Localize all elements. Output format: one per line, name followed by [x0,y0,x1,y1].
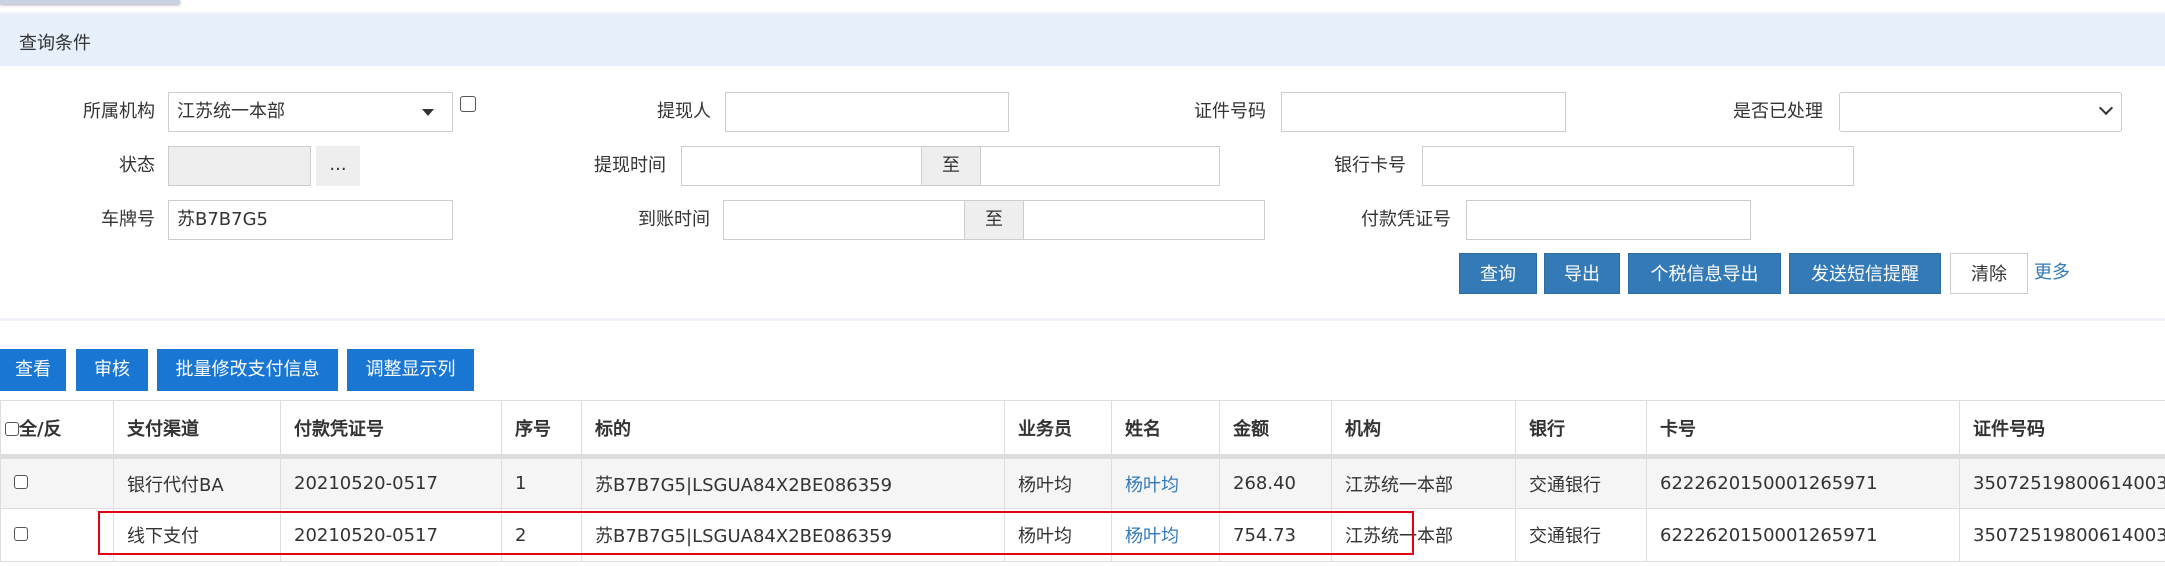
id-label: 证件号码 [1194,101,1266,122]
row-checkbox[interactable] [14,475,28,489]
withdraw-time-label: 提现时间 [594,155,666,176]
withdraw-time-to: 至 [921,146,981,186]
cell-bank: 交通银行 [1515,456,1647,509]
more-link[interactable]: 更多 [2034,258,2070,284]
header-name[interactable]: 姓名 [1111,400,1220,459]
withdraw-time-start[interactable] [681,146,922,186]
cell-salesman: 杨叶均 [1004,456,1112,509]
audit-button[interactable]: 审核 [76,349,148,391]
cell-channel: 银行代付BA [113,456,281,509]
header-voucher[interactable]: 付款凭证号 [280,400,502,459]
cell-seq: 1 [501,456,582,509]
org-include-checkbox[interactable] [460,96,476,112]
arrival-time-start[interactable] [723,200,965,240]
cell-name-link[interactable]: 杨叶均 [1111,456,1220,509]
org-label: 所属机构 [83,101,155,122]
cell-card: 6222620150001265971 [1646,508,1960,562]
header-bank[interactable]: 银行 [1515,400,1647,459]
highlight-box [98,511,1414,555]
withdrawer-input[interactable] [725,92,1009,132]
row-checkbox[interactable] [14,526,28,541]
caret-down-icon [422,109,434,116]
clear-button[interactable]: 清除 [1950,253,2028,294]
arrival-time-to: 至 [964,200,1024,240]
chevron-down-icon [2098,100,2114,116]
plate-label: 车牌号 [101,209,155,230]
header-seq[interactable]: 序号 [501,400,582,459]
arrival-time-end[interactable] [1023,200,1265,240]
export-button[interactable]: 导出 [1544,253,1620,294]
withdraw-time-end[interactable] [980,146,1220,186]
cell-org: 江苏统一本部 [1331,456,1516,509]
bank-card-input[interactable] [1422,146,1854,186]
header-channel[interactable]: 支付渠道 [113,400,281,459]
plate-input[interactable]: 苏B7B7G5 [168,200,453,240]
header-org[interactable]: 机构 [1331,400,1516,459]
table-row[interactable]: 银行代付BA 20210520-0517 1 苏B7B7G5|LSGUA84X2… [0,456,2165,509]
cell-amount: 268.40 [1219,456,1332,509]
view-button[interactable]: 查看 [0,349,66,391]
id-input[interactable] [1281,92,1566,132]
header-id[interactable]: 证件号码 [1959,400,2165,459]
send-sms-button[interactable]: 发送短信提醒 [1789,253,1941,294]
panel-title: 查询条件 [19,33,91,54]
voucher-input[interactable] [1466,200,1751,240]
select-all-checkbox[interactable] [5,421,19,436]
cell-subject: 苏B7B7G5|LSGUA84X2BE086359 [581,456,1005,509]
select-all-header[interactable]: 全/反 [0,400,114,459]
processed-select[interactable] [1839,92,2122,132]
adjust-columns-button[interactable]: 调整显示列 [347,349,474,391]
header-salesman[interactable]: 业务员 [1004,400,1112,459]
cell-id: 350725198006140034 [1959,508,2165,562]
table-header: 全/反 支付渠道 付款凭证号 序号 标的 业务员 姓名 金额 机构 银行 卡号 … [0,400,2165,459]
header-amount[interactable]: 金额 [1219,400,1332,459]
voucher-label: 付款凭证号 [1361,209,1451,230]
bank-card-label: 银行卡号 [1334,155,1406,176]
cell-id: 350725198006140034 [1959,456,2165,509]
processed-label: 是否已处理 [1733,101,1823,122]
cell-bank: 交通银行 [1515,508,1647,562]
status-label: 状态 [119,155,155,176]
org-value: 江苏统一本部 [177,101,285,122]
batch-edit-button[interactable]: 批量修改支付信息 [157,349,338,391]
header-subject[interactable]: 标的 [581,400,1005,459]
query-button[interactable]: 查询 [1459,253,1537,294]
tab-shadow [0,0,180,4]
status-input[interactable] [168,146,311,186]
header-card[interactable]: 卡号 [1646,400,1960,459]
cell-voucher: 20210520-0517 [280,456,502,509]
org-select[interactable]: 江苏统一本部 [168,92,453,132]
cell-card: 6222620150001265971 [1646,456,1960,509]
tax-export-button[interactable]: 个税信息导出 [1628,253,1781,294]
header-label: 全/反 [19,418,62,440]
withdrawer-label: 提现人 [657,101,711,122]
status-picker-button[interactable]: ... [316,146,360,186]
panel-header: 查询条件 [0,12,2165,66]
divider [0,318,2165,321]
arrival-time-label: 到账时间 [638,209,710,230]
